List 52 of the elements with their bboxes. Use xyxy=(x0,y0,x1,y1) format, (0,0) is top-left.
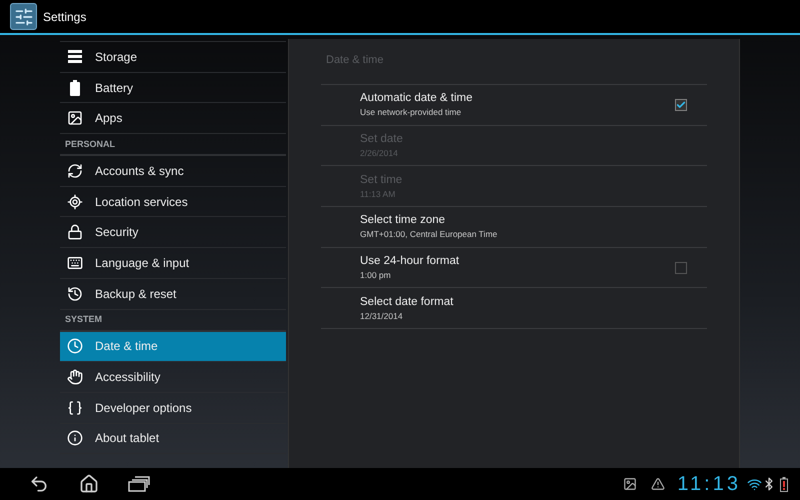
warning-icon[interactable] xyxy=(651,477,666,491)
section-header: PERSONAL xyxy=(65,138,116,151)
setting-title: Select time zone xyxy=(360,213,446,228)
setting-row[interactable]: Automatic date & time Use network-provided time xyxy=(321,85,707,126)
picture-icon[interactable] xyxy=(623,477,638,491)
history-icon xyxy=(67,286,83,302)
setting-summary: GMT+01:00, Central European Time xyxy=(360,228,498,240)
settings-icon[interactable] xyxy=(10,3,37,30)
sidebar-item[interactable]: Security xyxy=(60,217,286,248)
setting-title: Automatic date & time xyxy=(360,91,474,106)
lock-icon xyxy=(67,224,83,240)
battery-icon xyxy=(780,476,788,492)
sidebar-item[interactable]: Language & input xyxy=(60,248,286,279)
setting-row[interactable]: Use 24-hour format 1:00 pm xyxy=(321,248,707,288)
braces-icon xyxy=(67,400,83,416)
checkbox[interactable] xyxy=(675,262,687,274)
sidebar-item[interactable]: About tablet xyxy=(60,424,286,454)
sidebar-item[interactable]: Developer options xyxy=(60,392,286,424)
setting-summary: 11:13 AM xyxy=(360,188,396,200)
sidebar-item[interactable]: Apps xyxy=(60,103,286,134)
setting-row[interactable]: Select time zone GMT+01:00, Central European Time xyxy=(321,207,707,248)
setting-title: Set date xyxy=(360,132,404,148)
picture-icon xyxy=(67,110,83,126)
info-icon xyxy=(67,430,83,446)
setting-title: Select date format xyxy=(360,294,454,310)
battery-icon xyxy=(67,80,83,96)
sidebar-item[interactable]: Accessibility xyxy=(60,362,286,393)
sidebar-item[interactable]: Location services xyxy=(60,186,286,218)
sidebar-item[interactable]: Storage xyxy=(60,42,286,73)
setting-summary: 12/31/2014 xyxy=(360,310,404,322)
section-header: SYSTEM xyxy=(65,313,102,326)
setting-summary: Use network-provided time xyxy=(360,106,462,118)
setting-summary: 2/26/2014 xyxy=(360,147,399,160)
sidebar-item[interactable]: Backup & reset xyxy=(60,278,286,310)
stack-icon xyxy=(67,48,83,65)
setting-row[interactable]: Select date format 12/31/2014 xyxy=(321,288,707,330)
checkbox[interactable] xyxy=(675,98,687,111)
setting-summary: 1:00 pm xyxy=(360,269,392,282)
clock-icon xyxy=(67,338,83,354)
sync-icon xyxy=(67,162,83,179)
app-title: Settings xyxy=(43,8,86,26)
clock-time: 11:13 xyxy=(677,472,741,497)
setting-title: Set time xyxy=(360,172,404,188)
sidebar-item[interactable]: Battery xyxy=(60,72,286,104)
sidebar-item[interactable]: Accounts & sync xyxy=(60,156,286,187)
setting-title: Use 24-hour format xyxy=(360,254,460,270)
wifi-icon xyxy=(747,476,762,492)
sidebar-item[interactable]: Date & time xyxy=(60,332,286,362)
hand-icon xyxy=(67,369,83,386)
crosshair-icon xyxy=(67,194,83,210)
panel-title: Date & time xyxy=(325,53,384,68)
keyboard-icon xyxy=(67,254,83,271)
